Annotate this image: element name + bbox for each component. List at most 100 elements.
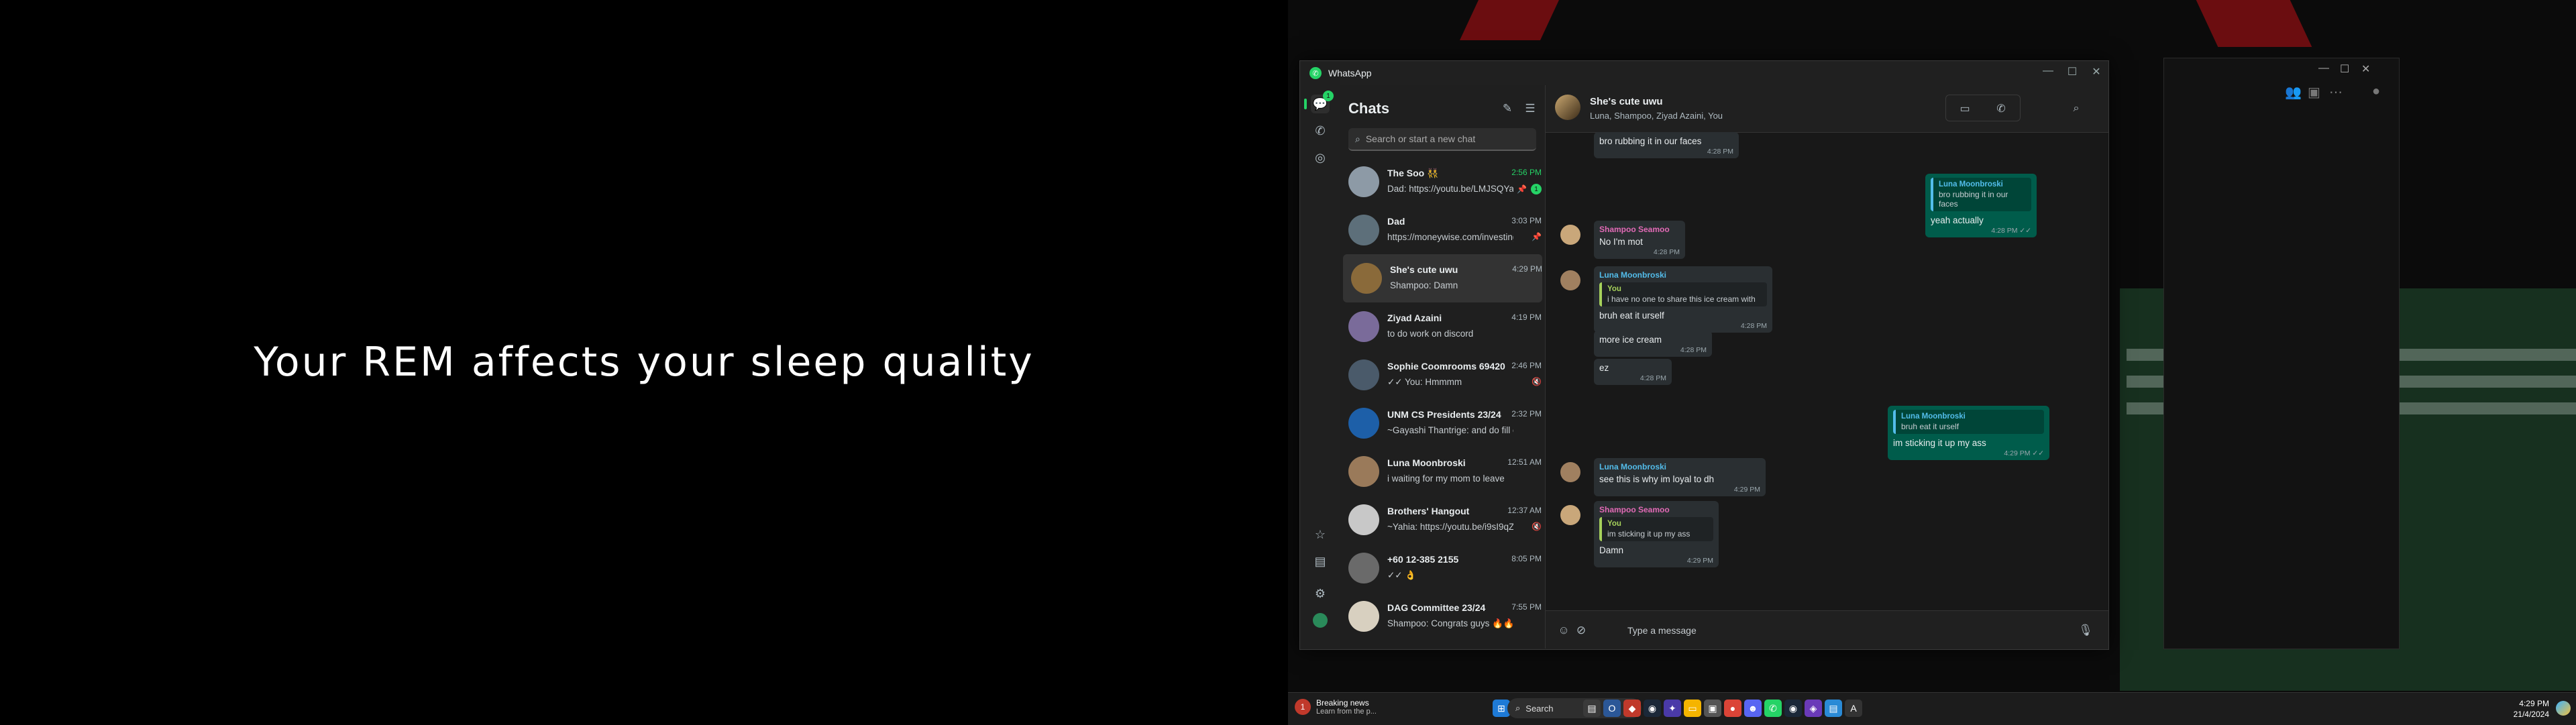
title-bar[interactable]: ✆ WhatsApp — ☐ ✕ (1300, 61, 2108, 85)
sender-avatar[interactable] (1560, 225, 1580, 245)
whatsapp-taskbar-icon[interactable]: ✆ (1764, 700, 1782, 717)
chat-name: +60 12-385 2155 (1387, 554, 1459, 565)
screen-share-icon[interactable]: ▣ (2308, 84, 2320, 101)
incoming-message[interactable]: Shampoo Seamoo You im sticking it up my as… (1594, 501, 1719, 567)
discord-icon[interactable]: ☻ (1744, 700, 1762, 717)
chat-time: 12:51 AM (1507, 457, 1542, 467)
conversation-name[interactable]: She's cute uwu (1590, 96, 1663, 107)
maximize-button[interactable]: ☐ (2060, 65, 2084, 78)
close-button[interactable]: ✕ (2084, 65, 2108, 78)
chat-preview: https://moneywise.com/investing/inve... (1387, 232, 1513, 242)
search-messages-icon[interactable]: ⌕ (2066, 99, 2086, 119)
app-icon[interactable]: ✦ (1664, 700, 1681, 717)
outlook-icon[interactable]: O (1603, 700, 1621, 717)
chat-avatar (1348, 553, 1379, 583)
quoted-message[interactable]: You i have no one to share this ice cream… (1599, 282, 1767, 306)
quoted-message[interactable]: Luna Moonbroski bro rubbing it in our fac… (1931, 178, 2031, 211)
message-sender[interactable]: Shampoo Seamoo (1599, 505, 1713, 514)
group-avatar[interactable] (1555, 95, 1580, 120)
notification-icon[interactable] (2556, 701, 2571, 716)
brave-icon[interactable]: ◆ (1623, 700, 1641, 717)
more-icon[interactable]: ⋯ (2329, 84, 2343, 101)
clock[interactable]: 4:29 PM 21/4/2024 (2514, 698, 2549, 720)
outgoing-message[interactable]: Luna Moonbroski bro rubbing it in our fac… (1925, 174, 2037, 237)
minimize-button[interactable]: — (2036, 65, 2060, 77)
new-chat-icon[interactable]: ✎ (1499, 100, 1516, 117)
app-icon[interactable]: A (1845, 700, 1862, 717)
people-icon[interactable]: 👥 (2285, 84, 2302, 101)
emoji-icon[interactable]: ☺ (1555, 622, 1572, 639)
steam-icon[interactable]: ◉ (1644, 700, 1661, 717)
filter-icon[interactable]: ☰ (1521, 100, 1539, 117)
chat-avatar (1348, 456, 1379, 487)
quoted-text: bruh eat it urself (1901, 422, 1960, 431)
chat-list-item[interactable]: UNM CS Presidents 23/24 2:32 PM ~Gayashi T… (1340, 399, 1545, 447)
file-explorer-icon[interactable]: ▭ (1684, 700, 1701, 717)
voice-call-icon[interactable]: ✆ (1991, 99, 2011, 119)
sender-avatar[interactable] (1560, 462, 1580, 482)
chat-list-item[interactable]: She's cute uwu 4:29 PM Shampoo: Damn (1343, 254, 1542, 302)
task-view-icon[interactable]: ▤ (1583, 700, 1601, 717)
incoming-message[interactable]: Luna Moonbroski see this is why im loyal … (1594, 458, 1766, 496)
chat-list-item[interactable]: Luna Moonbroski 12:51 AM i waiting for my … (1340, 447, 1545, 496)
attach-icon[interactable]: ⊘ (1572, 622, 1590, 639)
incoming-message[interactable]: ez 4:28 PM (1594, 359, 1672, 385)
conversation-members: Luna, Shampoo, Ziyad Azaini, You (1590, 111, 1723, 121)
chrome-icon[interactable]: ● (1724, 700, 1741, 717)
app-icon[interactable]: ▣ (1704, 700, 1721, 717)
chat-avatar (1348, 408, 1379, 439)
quoted-sender: Luna Moonbroski (1901, 412, 1966, 421)
chat-name: Luna Moonbroski (1387, 457, 1466, 468)
message-text: bruh eat it urself (1599, 311, 1664, 321)
profile-avatar[interactable] (1311, 611, 1330, 630)
message-sender[interactable]: Shampoo Seamoo (1599, 225, 1680, 234)
news-title: Breaking news (1316, 698, 1369, 708)
chat-list-item[interactable]: Sophie Coomrooms 69420 2:46 PM ✓✓ You: Hmm… (1340, 351, 1545, 399)
left-monitor: Your REM affects your sleep quality (0, 0, 1288, 724)
steam-icon[interactable]: ◉ (1784, 700, 1802, 717)
search-icon: ⌕ (1355, 133, 1360, 144)
chat-list-item[interactable]: Ziyad Azaini 4:19 PM to do work on discord (1340, 302, 1545, 351)
maximize-icon[interactable]: ☐ (2340, 62, 2349, 76)
search-box[interactable]: ⌕ (1348, 128, 1536, 151)
news-widget[interactable]: 1 Breaking news Learn from the p... (1295, 698, 1377, 716)
incoming-message[interactable]: Luna Moonbroski You i have no one to share… (1594, 266, 1772, 333)
chat-list-item[interactable]: Brothers' Hangout 12:37 AM ~Yahia: https:/… (1340, 496, 1545, 544)
app-icon[interactable]: ▤ (1825, 700, 1842, 717)
archived-nav-icon[interactable]: ▤ (1311, 552, 1330, 571)
chat-info: She's cute uwu 4:29 PM Shampoo: Damn (1390, 263, 1542, 294)
calls-nav-icon[interactable]: ✆ (1311, 121, 1330, 140)
incoming-message[interactable]: bro rubbing it in our faces 4:28 PM (1594, 132, 1739, 158)
quoted-message[interactable]: You im sticking it up my ass (1599, 517, 1713, 541)
incoming-message[interactable]: more ice cream 4:28 PM (1594, 331, 1712, 357)
status-nav-icon[interactable]: ◎ (1311, 148, 1330, 167)
taskbar-search[interactable]: ⌕ Search (1507, 698, 1642, 718)
message-sender[interactable]: Luna Moonbroski (1599, 462, 1760, 471)
wallpaper-shape (2196, 0, 2312, 47)
video-call-icon[interactable]: ▭ (1955, 99, 1975, 119)
app-icon[interactable]: ◈ (1805, 700, 1822, 717)
quoted-message[interactable]: Luna Moonbroski bruh eat it urself (1893, 410, 2044, 434)
chat-list-item[interactable]: DAG Committee 23/24 7:55 PM Shampoo: Congr… (1340, 592, 1545, 640)
chat-list-item[interactable]: +60 12-385 2155 8:05 PM ✓✓ 👌 (1340, 544, 1545, 592)
message-sender[interactable]: Luna Moonbroski (1599, 270, 1767, 280)
starred-nav-icon[interactable]: ☆ (1311, 525, 1330, 544)
message-input[interactable] (1626, 620, 2031, 640)
sender-avatar[interactable] (1560, 270, 1580, 290)
chat-icon[interactable]: ● (2372, 84, 2380, 99)
close-icon[interactable]: ✕ (2361, 62, 2370, 76)
chat-time: 2:32 PM (1511, 409, 1542, 419)
settings-nav-icon[interactable]: ⚙ (1311, 584, 1330, 603)
incoming-message[interactable]: Shampoo Seamoo No I'm mot 4:28 PM (1594, 221, 1685, 259)
chats-nav-icon[interactable]: 💬 1 (1304, 91, 1334, 113)
chat-info: The Soo 👯 2:56 PM Dad: https://youtu.be/LM… (1387, 166, 1542, 197)
sender-avatar[interactable] (1560, 505, 1580, 525)
minimize-icon[interactable]: — (2318, 62, 2329, 74)
outgoing-message[interactable]: Luna Moonbroski bruh eat it urself im stic… (1888, 406, 2049, 460)
search-input[interactable] (1364, 133, 1528, 145)
chat-list-item[interactable]: The Soo 👯 2:56 PM Dad: https://youtu.be/LM… (1340, 158, 1545, 206)
background-window[interactable]: — ☐ ✕ 👥 ▣ ⋯ ● (2163, 58, 2400, 649)
chat-list-item[interactable]: Dad 3:03 PM https://moneywise.com/investin… (1340, 206, 1545, 254)
microphone-icon[interactable]: 🎙 (2077, 622, 2094, 639)
conversation-header[interactable]: She's cute uwu Luna, Shampoo, Ziyad Azai… (1546, 85, 2108, 133)
